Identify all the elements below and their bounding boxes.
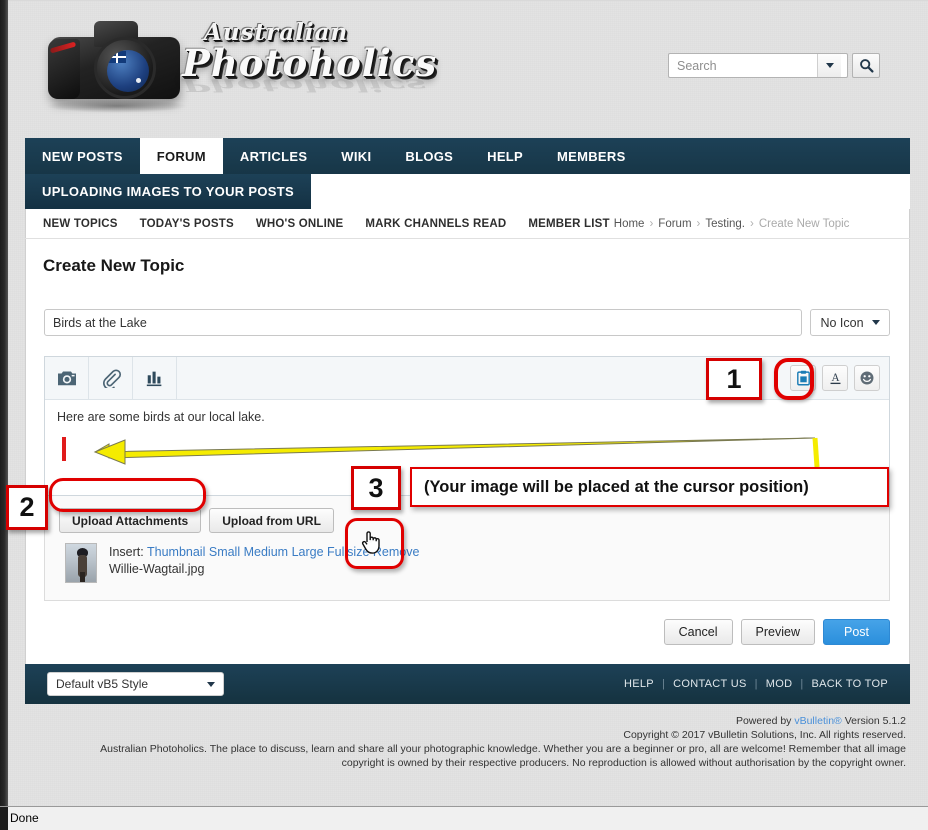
breadcrumb-separator-2: › — [696, 217, 701, 230]
attachment-thumbnail[interactable] — [65, 543, 97, 583]
footer-separator-2: | — [754, 678, 758, 690]
site-header: Australian Photoholics Photoholics — [8, 1, 928, 134]
search-dropdown-toggle[interactable] — [817, 54, 841, 77]
browser-viewport: Australian Photoholics Photoholics Searc… — [0, 0, 928, 830]
svg-text:A: A — [831, 372, 839, 384]
editor-toolbar: A — [45, 356, 889, 400]
footer-bar: Default vB5 Style HELP | CONTACT US | MO… — [25, 664, 910, 704]
insert-link-button[interactable] — [89, 356, 133, 400]
breadcrumb-create-new-topic: Create New Topic — [758, 217, 850, 230]
mouse-cursor-hand-icon — [361, 531, 380, 554]
smiley-icon — [860, 371, 874, 385]
nav-tab-new-posts[interactable]: NEW POSTS — [25, 138, 140, 174]
site-blurb: Australian Photoholics. The place to dis… — [100, 743, 906, 769]
nav-tab-forum[interactable]: FORUM — [139, 138, 223, 174]
insert-small-link[interactable]: Small — [209, 545, 240, 559]
annotation-number-3: 3 — [351, 466, 401, 510]
page-title: Create New Topic — [43, 256, 185, 275]
browser-left-edge — [0, 0, 8, 806]
annotation-callout-text: (Your image will be placed at the cursor… — [410, 467, 889, 507]
footer-link-back-to-top[interactable]: BACK TO TOP — [812, 678, 888, 690]
footer-copyright: Powered by vBulletin® Version 5.1.2 Copy… — [25, 714, 910, 770]
vbulletin-link[interactable]: vBulletin® — [794, 715, 841, 727]
chevron-down-icon — [207, 681, 215, 687]
form-divider — [44, 600, 890, 601]
camera-icon — [57, 371, 76, 386]
browser-status-bar: Done — [0, 806, 928, 830]
post-icon-select[interactable]: No Icon — [810, 309, 890, 336]
link-todays-posts[interactable]: TODAY'S POSTS — [140, 218, 234, 230]
powered-by-prefix: Powered by — [735, 715, 795, 727]
link-new-topics[interactable]: NEW TOPICS — [43, 218, 118, 230]
search-box[interactable] — [668, 53, 848, 78]
topic-title-row: No Icon — [44, 309, 890, 336]
footer-separator-3: | — [800, 678, 804, 690]
nav-tab-wiki[interactable]: WIKI — [324, 138, 388, 174]
insert-large-link[interactable]: Large — [292, 545, 324, 559]
link-whos-online[interactable]: WHO'S ONLINE — [256, 218, 344, 230]
footer-separator-1: | — [661, 678, 666, 690]
search-button[interactable] — [852, 53, 880, 78]
nav-tab-blogs[interactable]: BLOGS — [388, 138, 470, 174]
annotation-highlight-paste-button — [774, 358, 814, 400]
sub-navigation: UPLOADING IMAGES TO YOUR POSTS — [25, 174, 910, 209]
post-button[interactable]: Post — [822, 619, 890, 645]
annotation-number-2: 2 — [6, 485, 48, 530]
breadcrumb-separator-3: › — [750, 217, 754, 230]
footer-link-help[interactable]: HELP — [624, 678, 654, 690]
footer-link-contact-us[interactable]: CONTACT US — [673, 678, 747, 690]
insert-image-button[interactable] — [45, 356, 89, 400]
annotation-number-1: 1 — [706, 358, 762, 400]
link-member-list[interactable]: MEMBER LIST — [528, 218, 609, 230]
chevron-down-icon — [871, 320, 880, 325]
breadcrumb-forum[interactable]: Forum — [658, 218, 691, 230]
font-underline-a-icon: A — [830, 372, 840, 384]
insert-thumbnail-link[interactable]: Thumbnail — [147, 545, 205, 559]
footer-links: HELP | CONTACT US | MOD | BACK TO TOP — [624, 678, 888, 690]
nav-tab-members[interactable]: MEMBERS — [540, 138, 643, 174]
status-bar-text: Done — [10, 811, 39, 825]
upload-from-url-button[interactable]: Upload from URL — [209, 508, 334, 533]
powered-by-line: Powered by vBulletin® Version 5.1.2 — [25, 714, 906, 728]
annotation-highlight-upload-attachments — [49, 478, 206, 512]
font-format-button[interactable]: A — [822, 365, 848, 391]
footer-link-mod[interactable]: MOD — [766, 678, 793, 690]
insert-smiley-button[interactable] — [854, 365, 880, 391]
topic-title-input[interactable] — [44, 309, 802, 336]
logo-reflection: Photoholics — [182, 75, 427, 95]
insert-medium-link[interactable]: Medium — [244, 545, 288, 559]
camera-icon — [42, 15, 192, 113]
style-select[interactable]: Default vB5 Style — [47, 672, 224, 696]
annotation-arrow — [93, 437, 820, 468]
nav-tab-help[interactable]: HELP — [470, 138, 540, 174]
breadcrumb-home[interactable]: Home — [614, 218, 645, 230]
site-search — [668, 53, 880, 78]
preview-button[interactable]: Preview — [740, 619, 815, 645]
insert-poll-button[interactable] — [133, 356, 177, 400]
breadcrumb-separator-1: › — [649, 217, 654, 230]
nav-tab-articles[interactable]: ARTICLES — [223, 138, 324, 174]
form-actions: Cancel Preview Post — [663, 619, 890, 645]
link-mark-channels-read[interactable]: MARK CHANNELS READ — [365, 218, 506, 230]
paperclip-icon — [102, 369, 121, 388]
message-body-text: Here are some birds at our local lake. — [57, 410, 265, 424]
forum-link-bar: NEW TOPICS TODAY'S POSTS WHO'S ONLINE MA… — [25, 209, 910, 239]
search-input[interactable] — [669, 55, 817, 76]
chevron-down-icon — [825, 63, 834, 68]
site-logo[interactable]: Australian Photoholics Photoholics — [32, 5, 436, 115]
breadcrumb-testing[interactable]: Testing. — [705, 218, 745, 230]
insert-label: Insert: — [109, 545, 144, 559]
main-navigation: NEW POSTS FORUM ARTICLES WIKI BLOGS HELP… — [25, 138, 910, 174]
powered-by-suffix: Version 5.1.2 — [841, 715, 906, 727]
site-wordmark: Australian Photoholics Photoholics — [182, 19, 436, 105]
magnifier-icon — [859, 59, 874, 73]
post-icon-select-value: No Icon — [820, 315, 864, 330]
editor-toolbar-left — [45, 356, 177, 400]
cancel-button[interactable]: Cancel — [663, 619, 733, 645]
copyright-line: Copyright © 2017 vBulletin Solutions, In… — [623, 729, 906, 741]
style-select-value: Default vB5 Style — [56, 677, 149, 691]
subnav-item-uploading-images[interactable]: UPLOADING IMAGES TO YOUR POSTS — [25, 174, 311, 209]
breadcrumb: Home › Forum › Testing. › Create New Top… — [614, 218, 850, 230]
poll-chart-icon — [146, 371, 161, 387]
